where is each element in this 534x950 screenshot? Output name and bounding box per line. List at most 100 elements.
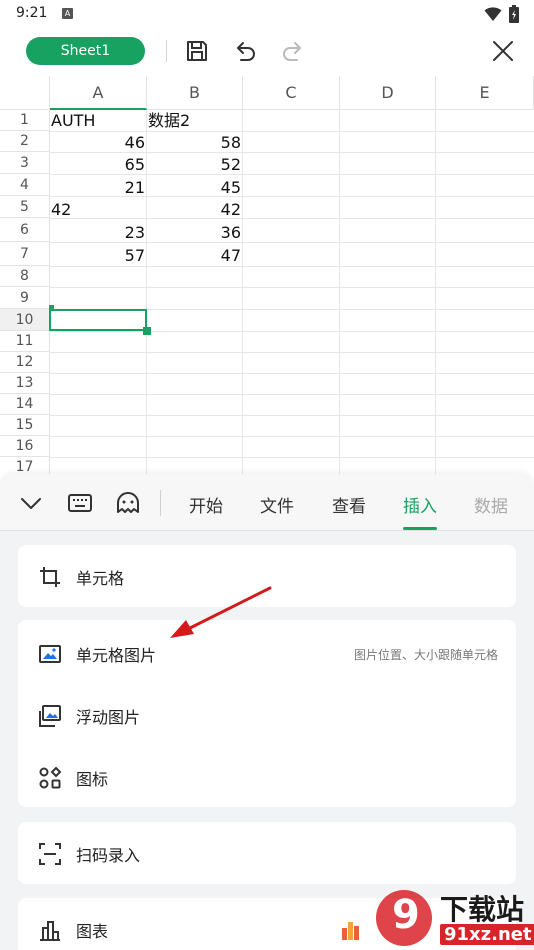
insert-float-image-label: 浮动图片 (76, 708, 141, 727)
insert-chart-label: 图表 (76, 922, 109, 941)
save-icon[interactable] (184, 38, 210, 64)
notification-icon: A (62, 8, 73, 19)
grid-line (50, 266, 534, 267)
active-tab-indicator (403, 527, 437, 530)
ai-assistant-icon[interactable] (115, 490, 141, 516)
grid-line (50, 373, 534, 374)
cell-b7[interactable]: 47 (147, 245, 241, 266)
cell-a5[interactable]: 42 (51, 199, 71, 220)
insert-float-image-item[interactable]: 浮动图片 (18, 684, 516, 746)
column-header-a[interactable]: A (50, 76, 147, 110)
battery-icon (509, 5, 519, 23)
selection-handle-bottom[interactable] (143, 327, 151, 335)
cell-b4[interactable]: 45 (147, 177, 241, 198)
grid-line (339, 110, 340, 474)
grid-line (50, 287, 534, 288)
cell-b6[interactable]: 36 (147, 222, 241, 243)
cell-b2[interactable]: 58 (147, 132, 241, 153)
tab-insert[interactable]: 插入 (403, 492, 437, 517)
tab-view[interactable]: 查看 (332, 492, 366, 517)
spreadsheet-grid[interactable]: A B C D E 1 2 3 4 5 6 7 8 9 10 11 12 13 … (0, 76, 534, 474)
grid-line (50, 218, 534, 219)
insert-cell-item[interactable]: 单元格 (18, 545, 516, 607)
row-header[interactable]: 13 (0, 373, 50, 394)
row-header[interactable]: 7 (0, 242, 50, 266)
row-header[interactable]: 10 (0, 309, 50, 331)
row-header[interactable]: 2 (0, 131, 50, 152)
wifi-icon (484, 7, 502, 21)
grid-line (242, 110, 243, 474)
tab-file[interactable]: 文件 (260, 492, 294, 517)
cell-b1[interactable]: 数据2 (148, 110, 190, 131)
scan-icon (39, 843, 61, 865)
cell-a2[interactable]: 46 (50, 132, 145, 153)
insert-icon-item[interactable]: 图标 (18, 746, 516, 808)
cell-image-icon (39, 645, 61, 663)
column-header-b[interactable]: B (147, 76, 243, 110)
insert-panel: 开始 文件 查看 插入 数据 单元格 单元格图片 图片位置、大小跟随单元格 浮动… (0, 474, 534, 950)
tab-divider (160, 490, 161, 516)
site-watermark: 9 下载站 91xz.net (336, 884, 534, 950)
row-header[interactable]: 3 (0, 152, 50, 174)
keyboard-icon[interactable] (67, 490, 93, 516)
cell-a7[interactable]: 57 (50, 245, 145, 266)
row-header[interactable]: 12 (0, 352, 50, 373)
corner-header[interactable] (0, 76, 50, 110)
cell-a1[interactable]: AUTH (51, 110, 95, 131)
redo-icon[interactable] (280, 38, 306, 64)
status-time: 9:21 (16, 5, 48, 21)
row-header[interactable]: 14 (0, 394, 50, 415)
undo-icon[interactable] (232, 38, 258, 64)
grid-line (50, 415, 534, 416)
cell-a3[interactable]: 65 (50, 154, 145, 175)
panel-tab-bar: 开始 文件 查看 插入 数据 (0, 474, 534, 531)
row-header[interactable]: 11 (0, 331, 50, 352)
icon-shapes-icon (39, 766, 62, 789)
insert-cell-label: 单元格 (76, 569, 125, 588)
row-header[interactable]: 15 (0, 415, 50, 436)
row-header[interactable]: 6 (0, 218, 50, 242)
grid-line (50, 331, 534, 332)
grid-line (50, 352, 534, 353)
row-header[interactable]: 8 (0, 266, 50, 287)
tab-data[interactable]: 数据 (474, 492, 508, 517)
toolbar-divider (166, 40, 167, 62)
selection-handle-top[interactable] (49, 305, 54, 311)
scan-entry-item[interactable]: 扫码录入 (18, 822, 516, 884)
card-scan: 扫码录入 (18, 822, 516, 884)
chart-icon (40, 921, 60, 941)
row-header[interactable]: 5 (0, 196, 50, 218)
grid-line (435, 110, 436, 474)
row-header[interactable]: 16 (0, 436, 50, 457)
card-images: 单元格图片 图片位置、大小跟随单元格 浮动图片 图标 (18, 620, 516, 807)
watermark-logo-text: 9 (392, 892, 420, 938)
float-image-icon (39, 705, 61, 727)
chevron-down-icon[interactable] (18, 490, 44, 516)
insert-cell-image-label: 单元格图片 (76, 646, 157, 665)
cell-image-hint: 图片位置、大小跟随单元格 (353, 648, 498, 662)
column-header-c[interactable]: C (243, 76, 340, 110)
grid-line (50, 436, 534, 437)
toolbar: Sheet1 (0, 28, 534, 76)
insert-icon-label: 图标 (76, 770, 109, 789)
sheet-tab-button[interactable]: Sheet1 (26, 37, 145, 65)
cell-b5[interactable]: 42 (147, 199, 241, 220)
grid-line (50, 394, 534, 395)
cell-a4[interactable]: 21 (50, 177, 145, 198)
cell-a6[interactable]: 23 (50, 222, 145, 243)
row-header[interactable]: 9 (0, 287, 50, 309)
column-header-e[interactable]: E (436, 76, 534, 110)
close-icon[interactable] (490, 38, 516, 64)
status-bar: 9:21 A (0, 0, 534, 28)
insert-cell-image-item[interactable]: 单元格图片 图片位置、大小跟随单元格 (18, 622, 516, 684)
watermark-url: 91xz.net (440, 924, 534, 945)
watermark-text: 下载站 (440, 893, 525, 926)
column-header-d[interactable]: D (340, 76, 436, 110)
row-header[interactable]: 4 (0, 174, 50, 196)
row-header[interactable]: 17 (0, 457, 50, 474)
row-header[interactable]: 1 (0, 110, 50, 131)
cell-b3[interactable]: 52 (147, 154, 241, 175)
tab-start[interactable]: 开始 (189, 492, 223, 517)
grid-line (50, 457, 534, 458)
selected-cell-a10[interactable] (49, 309, 147, 331)
